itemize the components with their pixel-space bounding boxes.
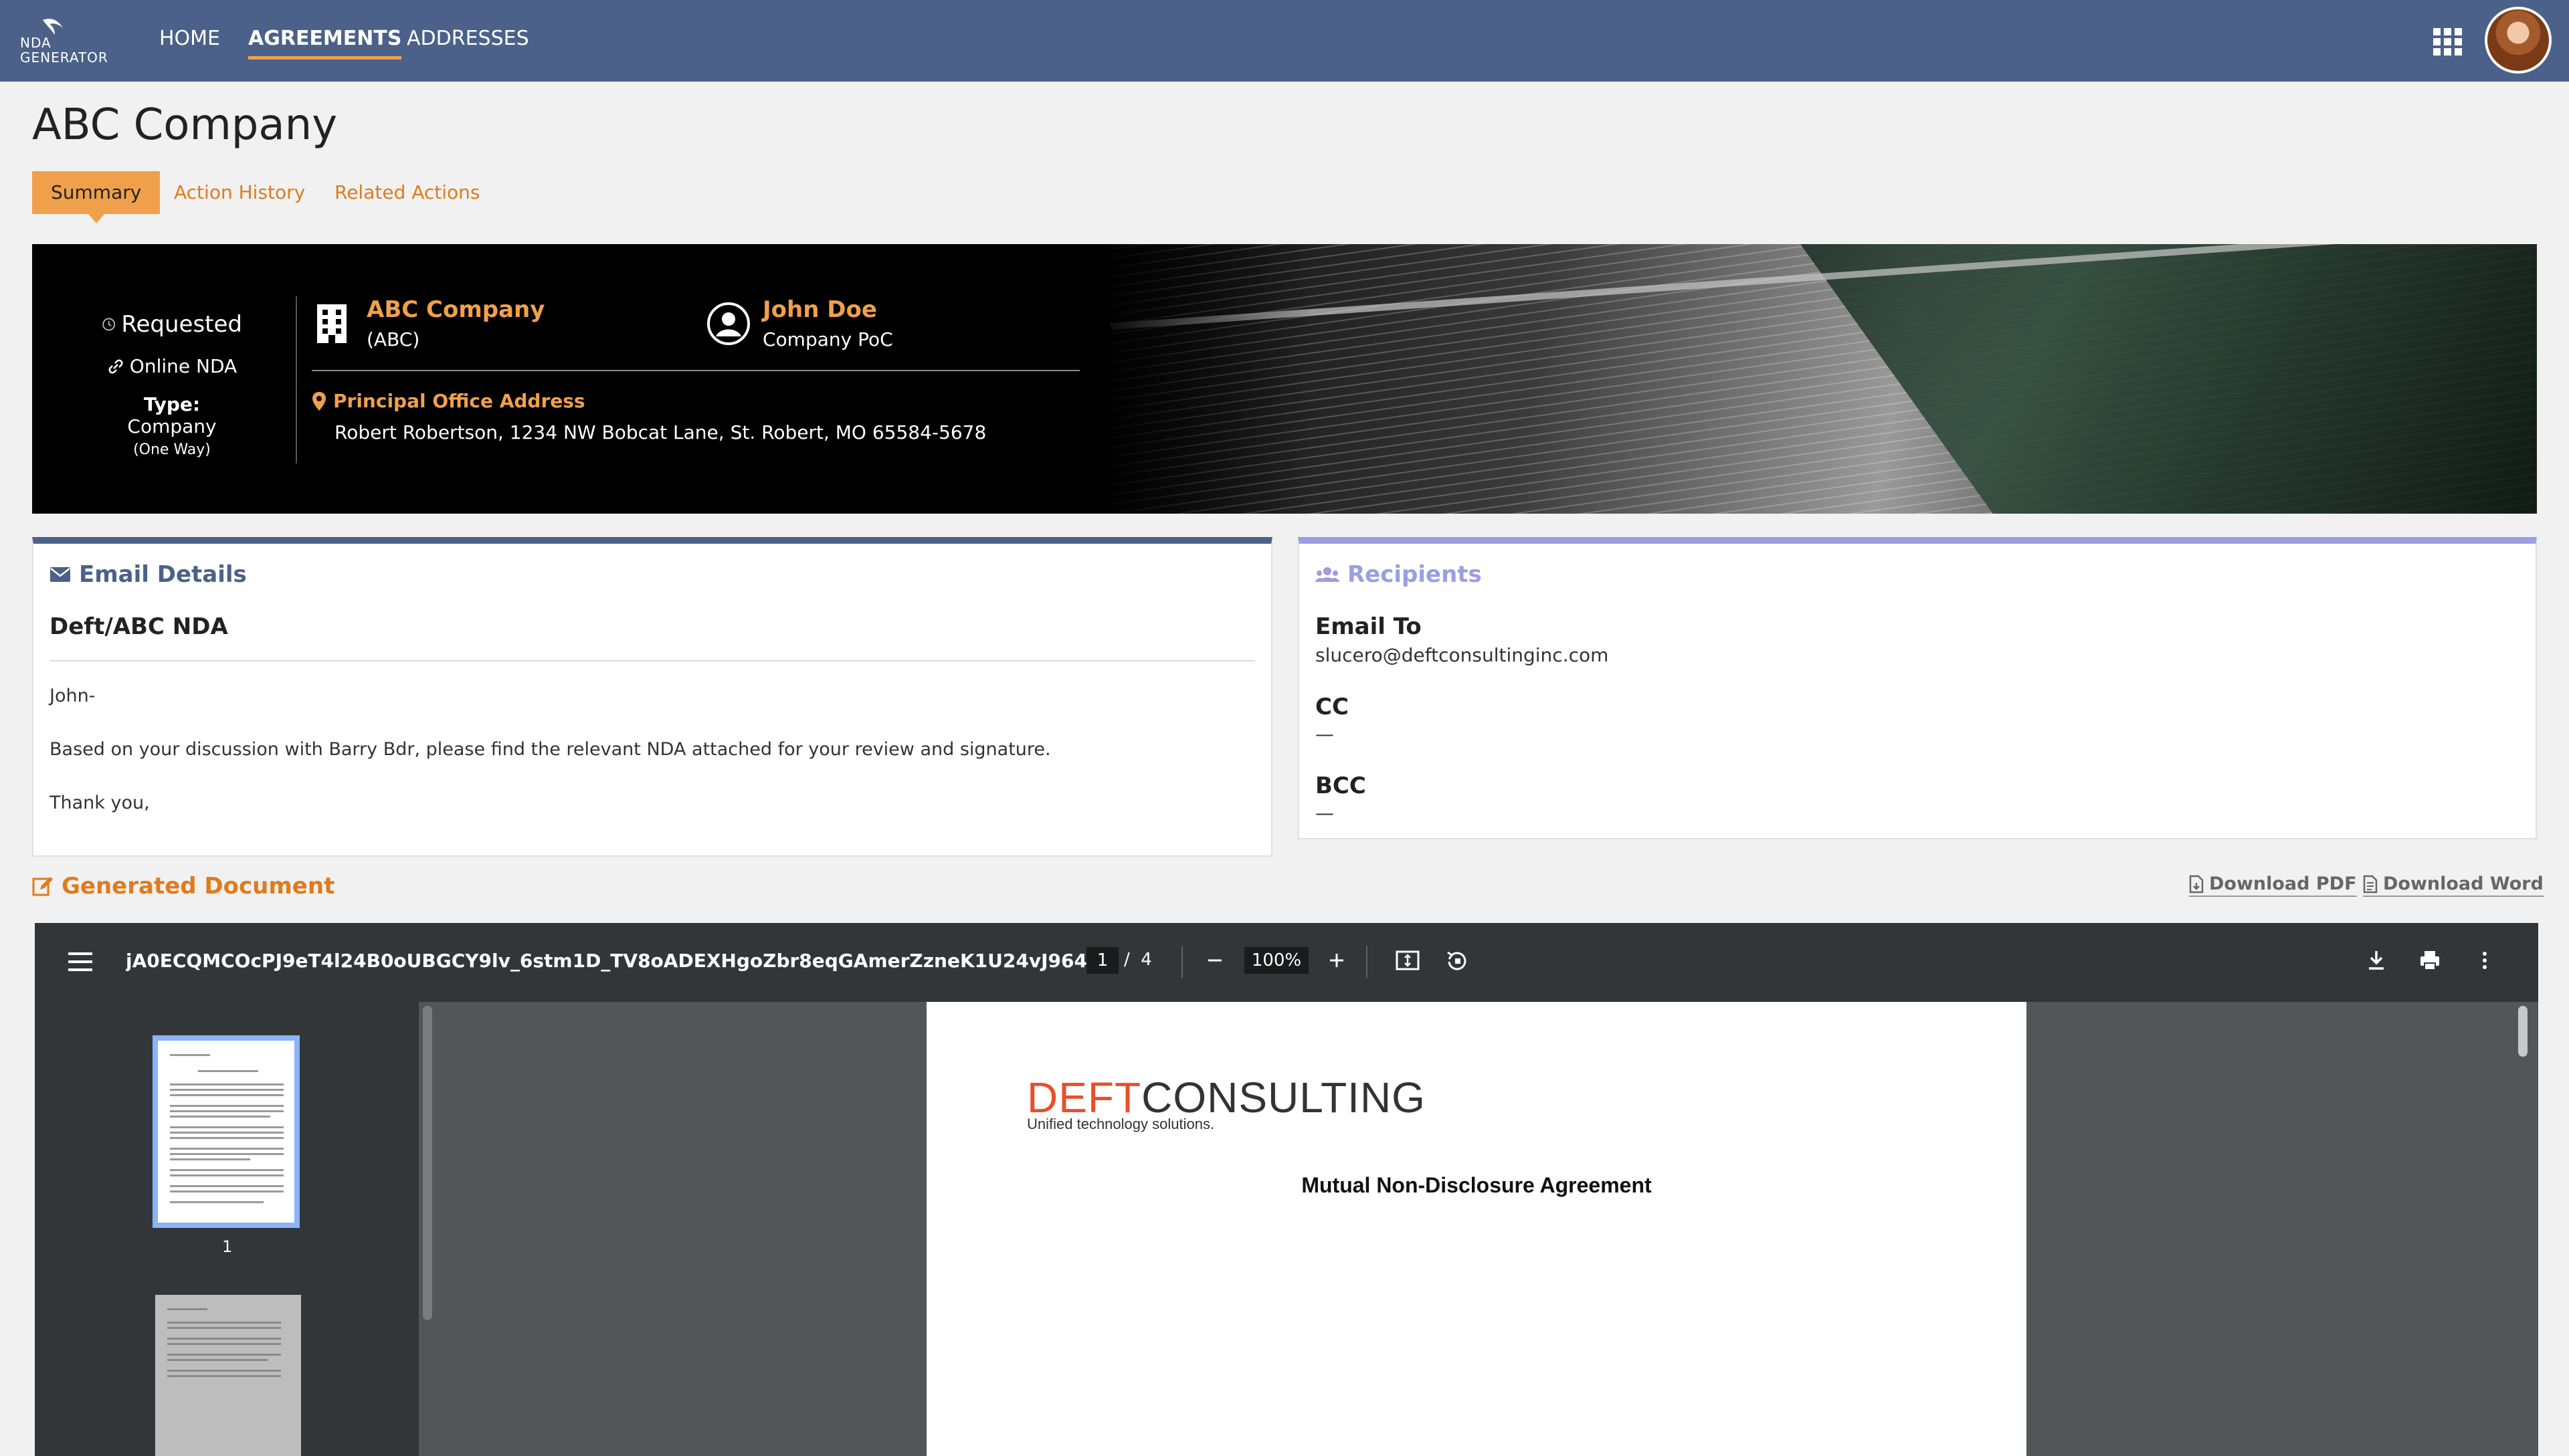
logo-text-line2: GENERATOR <box>20 49 108 66</box>
tab-action-history[interactable]: Action History <box>174 171 305 214</box>
recipients-card: Recipients Email To slucero@deftconsulti… <box>1298 537 2537 839</box>
file-pdf-icon <box>2189 875 2204 893</box>
channel-text: Online NDA <box>129 355 237 377</box>
clock-icon <box>102 318 116 331</box>
file-word-icon <box>2363 875 2378 893</box>
page-number-input[interactable]: 1 <box>1086 947 1119 974</box>
building-icon <box>317 304 347 343</box>
apps-grid-icon[interactable] <box>2433 28 2463 56</box>
print-icon[interactable] <box>2415 946 2445 975</box>
link-icon <box>108 359 123 373</box>
bcc-label: BCC <box>1315 772 1366 799</box>
recipients-heading: Recipients <box>1347 561 1482 588</box>
agreement-banner: Requested Online NDA Type: Company (One … <box>32 244 2537 514</box>
pdf-toolbar: jA0ECQMCOcPJ9eT4l24B0oUBGCY9lv_6stm1D_TV… <box>35 923 2538 1002</box>
status-block: Requested Online NDA Type: Company (One … <box>102 311 242 458</box>
top-navbar: NDA GENERATOR HOME AGREEMENTS ADDRESSES <box>0 0 2569 82</box>
thumbnail-sidebar: 1 <box>35 1002 419 1456</box>
email-divider <box>50 660 1255 661</box>
email-details-card: Email Details Deft/ABC NDA John- Based o… <box>32 537 1272 857</box>
rotate-icon[interactable] <box>1442 946 1472 975</box>
user-circle-icon <box>707 302 750 345</box>
logo-bird-icon <box>43 19 63 35</box>
email-greeting: John- <box>50 686 96 706</box>
company-abbr: (ABC) <box>367 328 420 350</box>
type-value: Company <box>127 415 217 437</box>
document-scrollbar[interactable] <box>2518 1006 2528 1057</box>
nav-agreements[interactable]: AGREEMENTS <box>248 27 402 60</box>
thumbnail-page-number: 1 <box>222 1237 233 1256</box>
edit-document-icon <box>32 877 53 896</box>
document-title: Mutual Non-Disclosure Agreement <box>1301 1173 1652 1197</box>
email-details-heading: Email Details <box>79 561 247 588</box>
logo-text-line1: NDA <box>20 35 52 51</box>
download-pdf-link[interactable]: Download PDF <box>2189 873 2357 897</box>
email-body: Based on your discussion with Barry Bdr,… <box>50 739 1051 760</box>
envelope-icon <box>50 567 70 582</box>
type-label: Type: <box>143 393 201 415</box>
email-to-value: slucero@deftconsultinginc.com <box>1315 644 1609 666</box>
map-pin-icon <box>312 391 326 411</box>
email-subject: Deft/ABC NDA <box>50 613 228 640</box>
email-to-label: Email To <box>1315 613 1422 640</box>
pdf-filename: jA0ECQMCOcPJ9eT4l24B0oUBGCY9lv_6stm1D_TV… <box>126 950 1089 972</box>
pdf-viewer: jA0ECQMCOcPJ9eT4l24B0oUBGCY9lv_6stm1D_TV… <box>35 923 2538 1456</box>
cc-value: — <box>1315 723 1334 745</box>
more-options-icon[interactable] <box>2470 946 2499 975</box>
pdf-page: DEFTCONSULTING Unified technology soluti… <box>927 1002 2026 1456</box>
company-name-link[interactable]: ABC Company <box>367 296 545 323</box>
contact-name-link[interactable]: John Doe <box>763 296 877 323</box>
contact-role: Company PoC <box>763 328 893 350</box>
tab-summary[interactable]: Summary <box>32 171 161 223</box>
cc-label: CC <box>1315 694 1349 720</box>
logo-tagline: Unified technology solutions. <box>1027 1116 1215 1132</box>
users-icon <box>1315 567 1339 582</box>
direction-text: (One Way) <box>133 441 211 458</box>
bcc-value: — <box>1315 802 1334 824</box>
zoom-in-icon[interactable] <box>1322 946 1351 975</box>
nda-generator-logo[interactable]: NDA GENERATOR <box>20 15 114 68</box>
banner-rule <box>312 370 1080 371</box>
email-closing: Thank you, <box>50 793 150 813</box>
address-label: Principal Office Address <box>333 390 585 412</box>
download-icon[interactable] <box>2362 946 2391 975</box>
thumbnail-scrollbar[interactable] <box>423 1006 432 1320</box>
address-block: Principal Office Address Robert Robertso… <box>312 390 986 443</box>
sidebar-toggle-menu-icon[interactable] <box>68 950 92 974</box>
user-avatar[interactable] <box>2485 7 2552 74</box>
zoom-out-icon[interactable] <box>1200 946 1230 975</box>
status-text: Requested <box>121 311 242 338</box>
page-thumbnail-1[interactable] <box>153 1035 300 1228</box>
banner-divider <box>296 296 297 463</box>
page-total: / 4 <box>1124 950 1152 970</box>
download-word-link[interactable]: Download Word <box>2363 873 2544 897</box>
tab-related-actions[interactable]: Related Actions <box>335 171 480 214</box>
fit-page-icon[interactable] <box>1393 946 1422 975</box>
nav-home[interactable]: HOME <box>159 27 220 50</box>
banner-photo <box>1111 244 2537 514</box>
page-title: ABC Company <box>32 100 338 150</box>
nav-addresses[interactable]: ADDRESSES <box>407 27 529 50</box>
generated-document-heading: Generated Document <box>32 873 335 900</box>
page-thumbnail-2[interactable] <box>155 1295 301 1456</box>
zoom-level-input[interactable]: 100% <box>1244 947 1309 974</box>
address-value: Robert Robertson, 1234 NW Bobcat Lane, S… <box>335 421 987 443</box>
deft-consulting-logo: DEFTCONSULTING <box>1027 1073 1426 1122</box>
